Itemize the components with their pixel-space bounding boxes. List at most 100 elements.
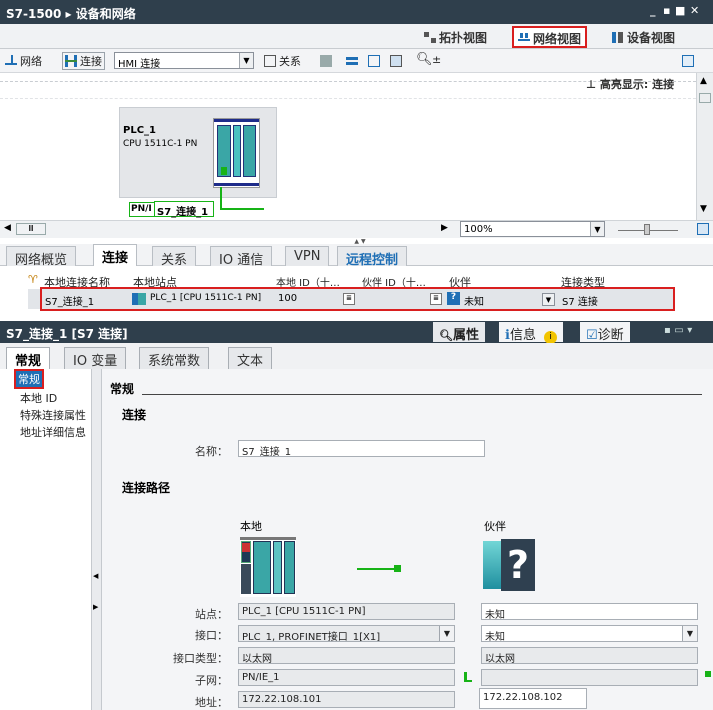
plc-device-box[interactable]: PLC_1 CPU 1511C-1 PN [119, 107, 277, 198]
tab-system-constants[interactable]: 系统常数 [139, 347, 210, 369]
hscroll-thumb[interactable]: Ⅲ [16, 223, 46, 235]
scroll-left-icon[interactable]: ◀ [4, 223, 11, 233]
row-station[interactable]: PLC_1 [CPU 1511C-1 PN] [150, 293, 261, 303]
scroll-up-icon[interactable]: ▲ [700, 76, 707, 86]
table-toggle-icon[interactable] [682, 55, 694, 67]
subnet-link-line [464, 680, 472, 682]
connection-name-input[interactable]: S7_连接_1 [238, 440, 485, 457]
scroll-down-icon[interactable]: ▼ [700, 204, 707, 214]
nav-local-id[interactable]: 本地 ID [20, 390, 57, 406]
grid-header: ♈ 本地连接名称 本地站点 本地 ID（十… 伙伴 ID（十… 伙伴 连接类型 [0, 273, 713, 289]
plc-name: PLC_1 [123, 125, 156, 136]
pin-icon: ⊥ [586, 78, 600, 91]
row-partner[interactable]: 未知 [464, 293, 484, 308]
zoom-select[interactable]: 100% ▼ [460, 221, 605, 237]
expand-right-icon[interactable]: ▶ [93, 603, 98, 611]
nav-special-properties[interactable]: 特殊连接属性 [20, 407, 86, 423]
chevron-down-icon: ▼ [590, 222, 604, 236]
tab-topology-view[interactable]: 拓扑视图 [420, 27, 491, 47]
tab-io-communication[interactable]: IO 通信 [210, 246, 273, 268]
tab-remote-control[interactable]: 远程控制 [337, 246, 408, 268]
row-connection-type[interactable]: S7 连接 [562, 293, 598, 308]
partner-station-input[interactable]: 未知 [481, 603, 698, 620]
plc-station-icon [132, 293, 146, 305]
zoom-dropdown-icon[interactable]: ± [432, 53, 441, 66]
network-toolbar: 网络 连接 HMI 连接 ▼ 关系 🔍︎ ± [0, 49, 713, 73]
properties-subtabs: 常规 IO 变量 系统常数 文本 [0, 343, 713, 369]
tab-texts[interactable]: 文本 [228, 347, 273, 369]
overview-icon[interactable] [697, 223, 709, 235]
chevron-down-icon: ▼ [239, 53, 253, 68]
interface-label: 接口： [195, 629, 228, 642]
connection-type-select[interactable]: HMI 连接 ▼ [114, 52, 254, 70]
local-address-field: 172.22.108.101 [238, 691, 455, 708]
maximize-button[interactable]: ■ [675, 4, 685, 17]
pn-interface-label: PN/I [129, 202, 155, 217]
partner-id-editor-icon[interactable]: ≣ [430, 293, 442, 305]
partner-interface-select[interactable]: 未知 ▼ [481, 625, 698, 642]
partner-address-input[interactable]: 172.22.108.102 [479, 688, 587, 709]
zoom-slider-thumb[interactable] [644, 224, 650, 235]
grid-icon[interactable] [368, 55, 380, 67]
partner-interface-type-field: 以太网 [481, 647, 698, 664]
zoom-icon[interactable]: 🔍︎ [416, 52, 433, 67]
tab-network-overview[interactable]: 网络概览 [6, 246, 77, 268]
tab-network-view[interactable]: 网络视图 [512, 26, 588, 48]
collapse-left-icon[interactable]: ◀ [93, 572, 98, 580]
partner-subnet-icon [705, 671, 711, 677]
connection-label[interactable]: S7_连接_1 [154, 201, 214, 218]
tab-relations[interactable]: 关系 [152, 246, 197, 268]
scroll-thumb[interactable] [699, 93, 711, 103]
local-interface-select[interactable]: PLC_1, PROFINET接口_1[X1] ▼ [238, 625, 455, 642]
chevron-down-icon[interactable]: ▼ [542, 293, 555, 306]
tab-info[interactable]: ℹ信息 i [499, 322, 564, 344]
plc-module-image [213, 118, 260, 188]
unknown-device-icon: ? [447, 292, 460, 305]
view-tabs: 拓扑视图 网络视图 设备视图 [0, 24, 713, 49]
subnet-label: 子网： [195, 674, 228, 687]
close-button[interactable]: ✕ [690, 4, 699, 17]
interface-type-label: 接口类型： [173, 652, 228, 665]
nav-address-details[interactable]: 地址详细信息 [20, 424, 86, 440]
local-interface-type-field: 以太网 [238, 647, 455, 664]
panel-icon[interactable] [390, 55, 402, 67]
network-mode-button[interactable]: 网络 [5, 53, 42, 69]
tab-device-view[interactable]: 设备视图 [608, 27, 679, 47]
unknown-partner-icon: ? [483, 539, 535, 591]
tab-io-tags[interactable]: IO 变量 [64, 347, 127, 369]
canvas-divider-2 [0, 98, 696, 99]
local-station-field: PLC_1 [CPU 1511C-1 PN] [238, 603, 455, 620]
tab-properties[interactable]: 🔍︎属性 [433, 322, 485, 343]
network-canvas[interactable] [0, 73, 696, 220]
canvas-horizontal-scrollbar[interactable]: ◀ Ⅲ ▶ 100% ▼ [0, 220, 713, 238]
section-general: 常规 [110, 382, 135, 396]
address-label: 地址： [195, 696, 228, 709]
row-local-id[interactable]: 100 [278, 293, 297, 304]
tab-general[interactable]: 常规 [6, 347, 51, 369]
nav-general[interactable]: 常规 [14, 369, 44, 389]
tab-vpn[interactable]: VPN [285, 246, 330, 266]
network-mode-icon [5, 55, 17, 67]
relations-button[interactable]: 关系 [264, 53, 301, 69]
local-id-editor-icon[interactable]: ≣ [343, 293, 355, 305]
section-rule [142, 394, 702, 395]
connection-status-icon: ♈ [28, 273, 38, 286]
bus-icon[interactable] [346, 55, 358, 67]
path-heading: 连接路径 [122, 481, 171, 495]
partner-heading: 伙伴 [484, 520, 506, 533]
plc-type: CPU 1511C-1 PN [123, 139, 198, 149]
connect-icon [65, 55, 77, 67]
highlight-label: ⊥ 高亮显示: 连接 [586, 78, 675, 91]
panel-controls-icon[interactable]: ▪ ▭ ▾ [664, 325, 692, 336]
tab-connections[interactable]: 连接 [93, 244, 138, 266]
connect-mode-button[interactable]: 连接 [62, 52, 105, 70]
nav-splitter[interactable]: ◀ ▶ [92, 369, 102, 710]
connection-heading: 连接 [122, 408, 147, 422]
restore-button[interactable]: ▪ [663, 4, 670, 17]
row-name[interactable]: S7_连接_1 [45, 293, 94, 308]
canvas-vertical-scrollbar[interactable]: ▲ ▼ [696, 73, 713, 220]
tab-diagnostics[interactable]: ☑诊断 [580, 322, 630, 343]
address-icon[interactable] [320, 55, 332, 67]
scroll-right-icon[interactable]: ▶ [441, 223, 448, 233]
minimize-button[interactable]: _ [650, 4, 656, 17]
